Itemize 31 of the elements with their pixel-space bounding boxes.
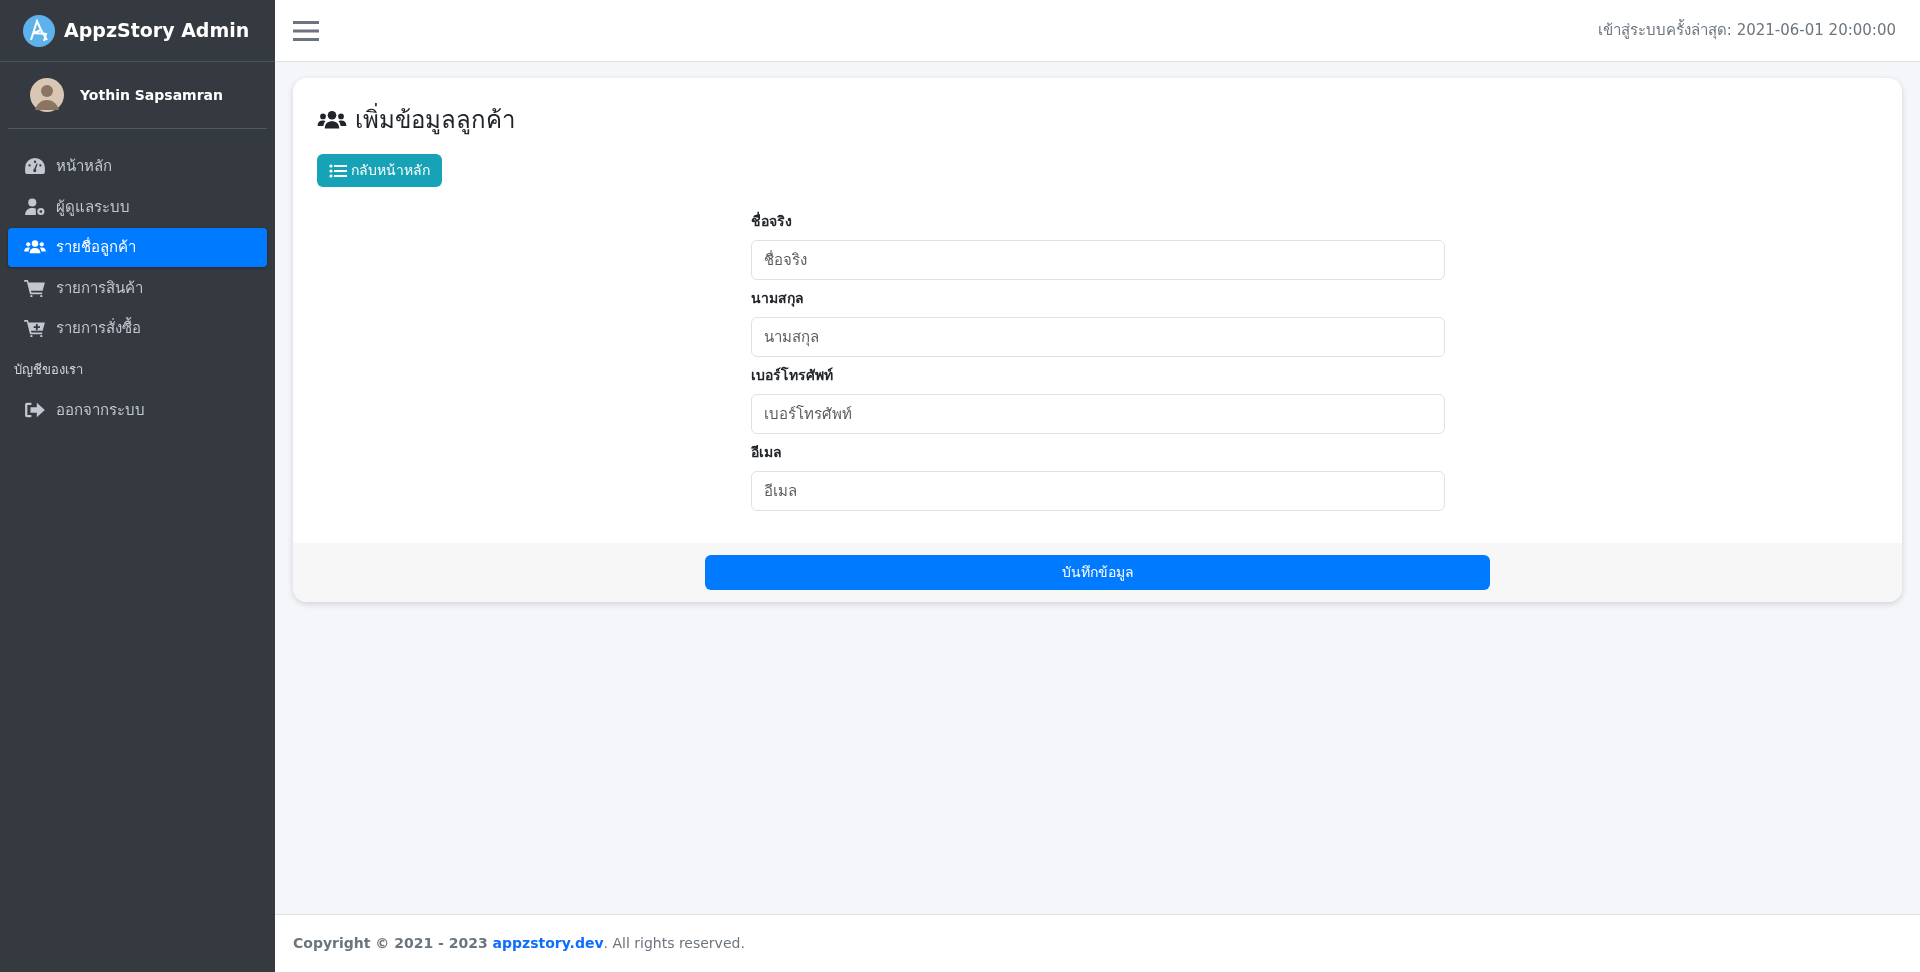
field-label: นามสกุล: [750, 289, 805, 309]
menu-icon[interactable]: [293, 19, 319, 42]
brand-title[interactable]: AppzStory Admin: [64, 16, 250, 45]
sign-out-icon: [24, 401, 46, 420]
user-name[interactable]: Yothin Sapsamran: [80, 84, 223, 106]
page-title: เพิ่มข้อมูลลูกค้า: [355, 102, 515, 138]
cart-icon: [24, 278, 46, 297]
input-field[interactable]: เบอร์โทรศัพท์: [750, 394, 1445, 434]
section-header: บัญชีของเรา: [13, 360, 84, 379]
save-button[interactable]: บันทึกข้อมูล: [705, 555, 1490, 590]
input-field[interactable]: ชื่อจริง: [750, 240, 1445, 280]
input-field[interactable]: อีเมล: [750, 471, 1445, 511]
avatar-silhouette: [30, 78, 64, 112]
sidebar-item[interactable]: ผู้ดูแลระบบ: [8, 187, 267, 226]
footer-link[interactable]: appzstory.dev: [492, 935, 604, 951]
sidebar-item[interactable]: รายการสั่งซื้อ: [8, 309, 267, 348]
last-login-text: เข้าสู่ระบบครั้งล่าสุด: 2021-06-01 20:00:00: [1597, 19, 1896, 42]
sidebar-item[interactable]: รายการสินค้า: [8, 268, 267, 307]
footer-text: Copyright © 2021 - 2023 appzstory.dev. All rights reserved.: [293, 934, 745, 953]
field-label: เบอร์โทรศัพท์: [750, 365, 834, 385]
sidebar-item[interactable]: หน้าหลัก: [8, 147, 267, 186]
field-label: อีเมล: [750, 443, 783, 462]
field-label: ชื่อจริง: [750, 211, 793, 231]
gauge-icon: [24, 157, 46, 176]
list-icon: [329, 163, 347, 178]
user-gear-icon: [24, 197, 46, 216]
sidebar-item[interactable]: รายชื่อลูกค้า: [8, 228, 267, 267]
logo-icon: [22, 13, 56, 48]
cart-plus-icon: [24, 319, 46, 338]
input-field[interactable]: นามสกุล: [750, 317, 1445, 357]
sidebar-item[interactable]: ออกจากระบบ: [8, 391, 267, 430]
